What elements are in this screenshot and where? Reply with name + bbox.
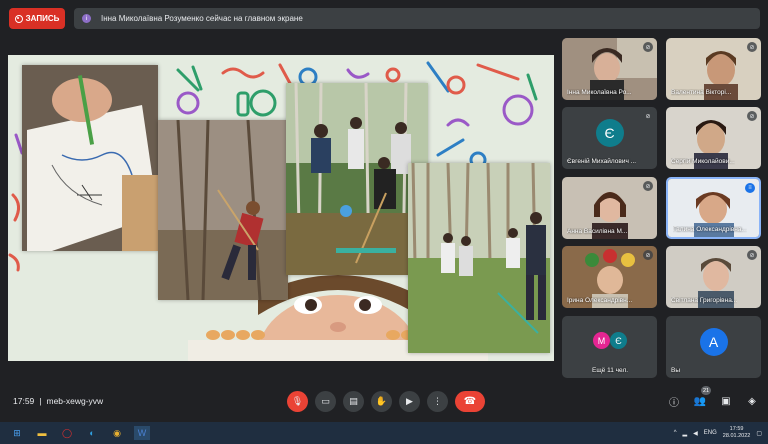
more-options-button[interactable]: ⋮: [427, 391, 448, 412]
file-explorer-icon[interactable]: ▬: [34, 426, 50, 440]
photo-map-drawing: [22, 65, 158, 251]
self-avatar: А: [699, 328, 728, 357]
captions-button[interactable]: ▤: [343, 391, 364, 412]
edge-icon[interactable]: ◐: [84, 426, 100, 440]
clock-time: 17:59: [729, 426, 744, 432]
system-tray: ^ ▂ ◀ ENG 17:59 28.01.2022 ▢: [674, 422, 762, 444]
participant-name: Ірина Олександрівн...: [567, 297, 633, 304]
camera-icon: ▭: [321, 396, 330, 406]
info-icon: ⓘ: [669, 397, 679, 409]
raise-hand-button[interactable]: ✋: [371, 391, 392, 412]
hand-icon: ✋: [375, 396, 388, 406]
presenting-banner: i Інна Миколаївна Розуменко сейчас на гл…: [74, 8, 760, 29]
more-vert-icon: ⋮: [433, 396, 442, 406]
network-icon[interactable]: ▂: [683, 430, 688, 437]
present-button[interactable]: ▶: [399, 391, 420, 412]
tray-arrow-icon[interactable]: ^: [674, 430, 677, 436]
mic-toggle-button[interactable]: 🎙: [287, 391, 308, 412]
info-icon: i: [82, 14, 91, 23]
record-icon: [14, 14, 23, 23]
participant-name: Анна Василівна М...: [567, 228, 628, 235]
people-icon: 👥: [693, 395, 707, 407]
activities-button[interactable]: ◈: [745, 394, 759, 408]
mic-muted-icon: ⊘: [747, 111, 757, 121]
participant-name: Інна Миколаївна Ро...: [567, 89, 632, 96]
windows-taskbar: ⊞ ▬ ◯ ◐ ◉ W ^ ▂ ◀ ENG 17:59 28.01.2022 ▢: [0, 422, 768, 444]
meeting-separator: |: [39, 396, 42, 406]
participant-name: Валентина Вікторі...: [671, 89, 732, 96]
participant-name: Сергій Миколайови...: [671, 158, 735, 165]
participant-tile[interactable]: ⊘ Валентина Вікторі...: [666, 38, 761, 100]
meeting-details-button[interactable]: ⓘ: [667, 394, 681, 409]
meeting-time: 17:59: [13, 396, 35, 406]
opera-icon[interactable]: ◯: [59, 426, 75, 440]
presenting-text: Інна Миколаївна Розуменко сейчас на глав…: [101, 14, 303, 23]
photo-group-forest: [286, 83, 428, 275]
word-icon[interactable]: W: [134, 426, 150, 440]
leave-call-button[interactable]: ☎: [455, 391, 485, 412]
participant-tile[interactable]: ⊘ Анна Василівна М...: [562, 177, 657, 239]
self-name: Вы: [671, 367, 681, 374]
chrome-icon[interactable]: ◉: [109, 426, 125, 440]
mic-muted-icon: ⊘: [747, 42, 757, 52]
volume-icon[interactable]: ◀: [693, 430, 698, 437]
clock-date: 28.01.2022: [722, 433, 751, 439]
participant-name: Світлана Григорівна...: [671, 297, 738, 304]
participant-tile-speaking[interactable]: ≡ Галина Олександрівна...: [666, 177, 761, 239]
participant-tile[interactable]: ⊘ Інна Миколаївна Ро...: [562, 38, 657, 100]
participant-avatar: М: [593, 332, 610, 349]
meet-window: ЗАПИСЬ i Інна Миколаївна Розуменко сейча…: [0, 0, 768, 444]
meeting-info: 17:59 | meb-xewg-yvw: [13, 396, 103, 406]
mic-muted-icon: ⊘: [643, 111, 653, 121]
mic-off-icon: 🎙: [291, 396, 304, 406]
more-participants-tile[interactable]: М Є Ещё 11 чел.: [562, 316, 657, 378]
notifications-icon[interactable]: ▢: [756, 430, 762, 437]
recording-label: ЗАПИСЬ: [25, 14, 60, 23]
participant-name: Євгеній Михайлович ...: [567, 158, 637, 165]
photo-forest-planting: [158, 120, 288, 300]
present-icon: ▶: [406, 396, 413, 406]
participant-name: Галина Олександрівна...: [673, 226, 747, 233]
photo-group-planting: [408, 163, 550, 353]
mic-muted-icon: ⊘: [643, 42, 653, 52]
windows-start-icon[interactable]: ⊞: [9, 426, 25, 440]
participant-avatar: Є: [595, 119, 624, 148]
meeting-code: meb-xewg-yvw: [46, 396, 104, 406]
speaking-icon: ≡: [745, 183, 755, 193]
language-indicator[interactable]: ENG: [704, 430, 717, 436]
participant-tile[interactable]: ⊘ Сергій Миколайови...: [666, 107, 761, 169]
chat-button[interactable]: ▣: [719, 394, 733, 408]
captions-icon: ▤: [349, 396, 358, 406]
people-count-badge: 21: [701, 386, 711, 395]
participant-tile[interactable]: ⊘ Світлана Григорівна...: [666, 246, 761, 308]
mic-muted-icon: ⊘: [747, 250, 757, 260]
mic-muted-icon: ⊘: [643, 181, 653, 191]
participant-tile[interactable]: ⊘ Ірина Олександрівн...: [562, 246, 657, 308]
recording-indicator[interactable]: ЗАПИСЬ: [9, 8, 65, 29]
mic-muted-icon: ⊘: [643, 250, 653, 260]
more-participants-label: Ещё 11 чел.: [592, 367, 629, 374]
shared-screen: [8, 55, 554, 361]
shapes-icon: ◈: [748, 395, 756, 407]
self-tile[interactable]: А Вы: [666, 316, 761, 378]
phone-hangup-icon: ☎: [463, 396, 477, 407]
participant-tile[interactable]: Є ⊘ Євгеній Михайлович ...: [562, 107, 657, 169]
chat-icon: ▣: [721, 395, 731, 407]
participant-avatar: Є: [610, 332, 627, 349]
people-button[interactable]: 👥: [693, 394, 707, 408]
clock[interactable]: 17:59 28.01.2022: [723, 426, 751, 440]
camera-toggle-button[interactable]: ▭: [315, 391, 336, 412]
